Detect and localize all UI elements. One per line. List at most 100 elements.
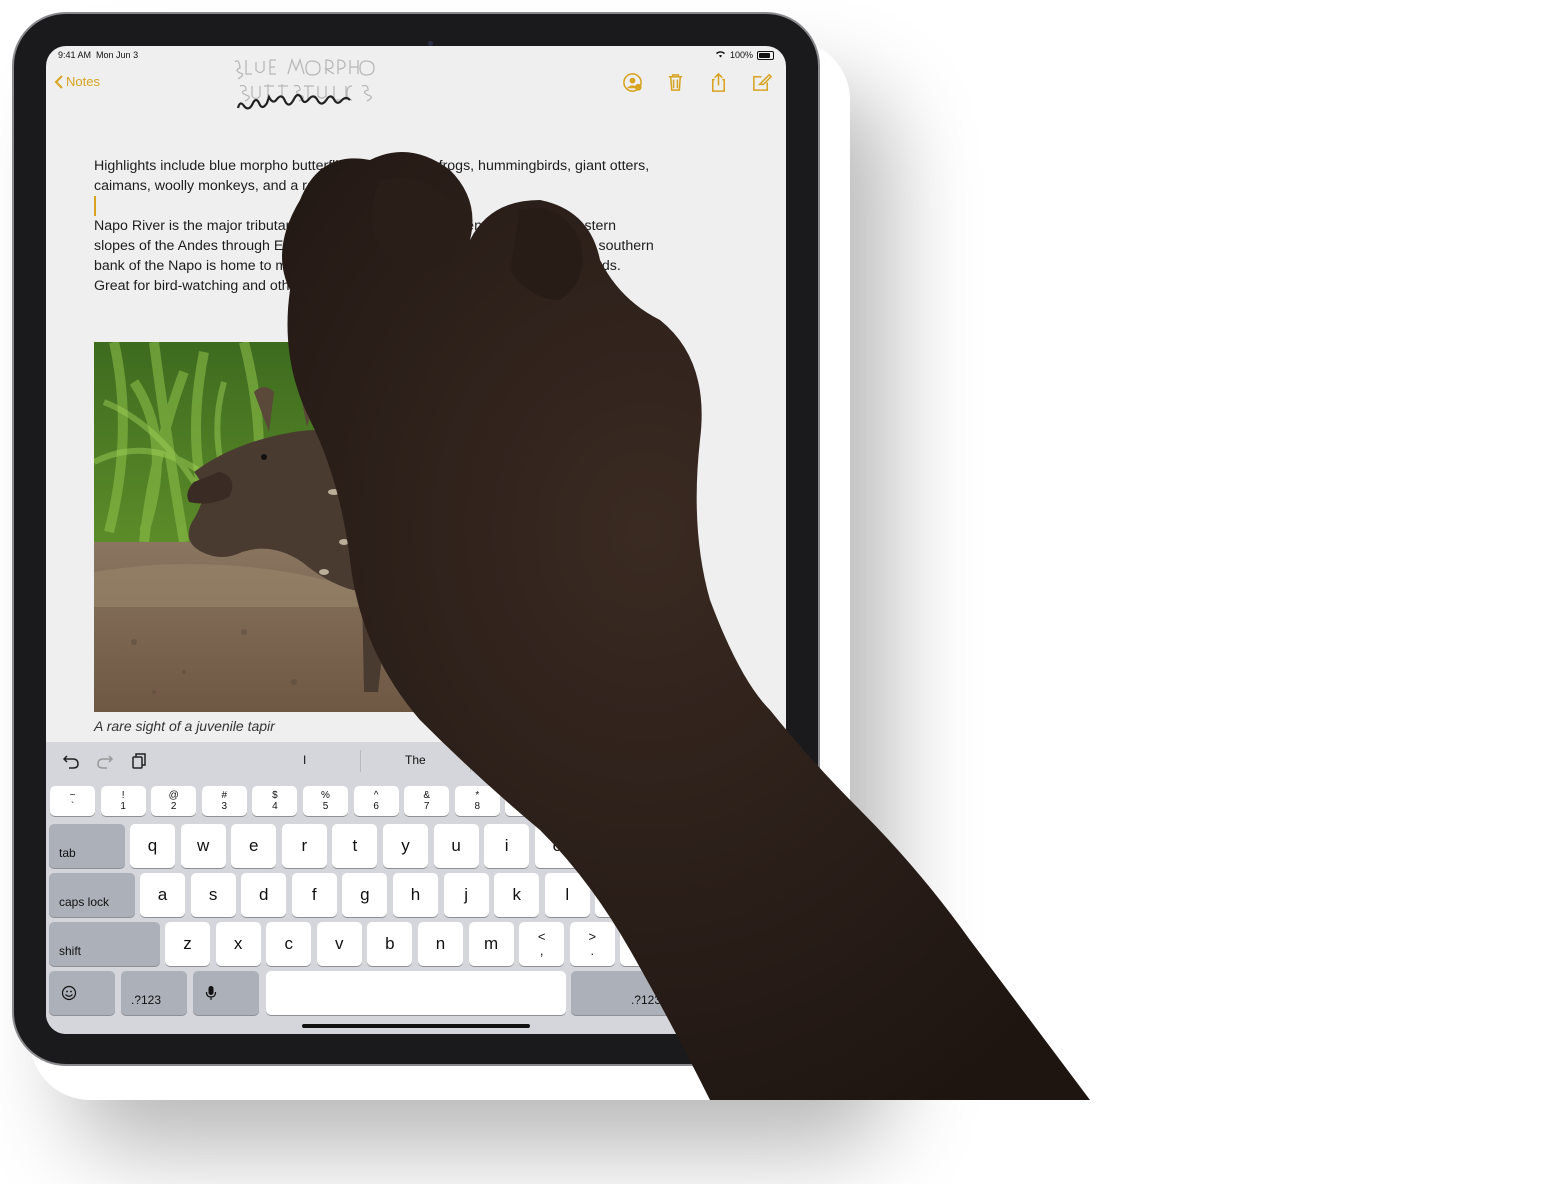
key-symbol: & bbox=[423, 790, 431, 801]
letter-key[interactable]: r bbox=[281, 824, 327, 868]
key-symbol: ; bbox=[616, 894, 620, 909]
microphone-icon bbox=[205, 986, 217, 1000]
number-key[interactable]: #3 bbox=[201, 786, 247, 816]
key-label: s bbox=[208, 885, 218, 904]
letter-key[interactable]: v bbox=[316, 922, 362, 966]
letter-key[interactable]: i bbox=[484, 824, 530, 868]
numbers-key-label: .?123 bbox=[131, 993, 162, 1007]
number-key[interactable]: % 5 bbox=[303, 786, 348, 816]
photo-caption: A rare sight of a juvenile tapir bbox=[94, 718, 275, 734]
collaborate-icon[interactable] bbox=[622, 72, 643, 93]
letter-key[interactable]: q bbox=[130, 824, 175, 868]
letter-key[interactable]: y bbox=[383, 824, 428, 868]
symbol-key[interactable]: ? / bbox=[620, 922, 666, 966]
key-label: u bbox=[451, 836, 461, 855]
letter-key[interactable]: j bbox=[443, 873, 489, 917]
letter-key[interactable]: b bbox=[367, 922, 413, 966]
suggestion-3[interactable]: I'm bbox=[518, 753, 534, 767]
letter-key[interactable]: m bbox=[468, 922, 514, 966]
key-symbol: , bbox=[539, 943, 544, 958]
dictation-key[interactable] bbox=[193, 971, 259, 1015]
letter-key[interactable]: e bbox=[231, 824, 277, 868]
number-key[interactable]: $4 bbox=[252, 786, 298, 816]
shift-key[interactable]: shift bbox=[49, 922, 160, 966]
trash-icon[interactable] bbox=[665, 72, 686, 93]
shortcut-bar: I The I'm bbox=[46, 742, 786, 782]
ipad-screen: 9:41 AM Mon Jun 3 100% Notes Highlights … bbox=[46, 46, 786, 1034]
key-digit: ` bbox=[70, 801, 75, 812]
suggestion-2[interactable]: The bbox=[405, 753, 426, 767]
tab-key[interactable]: tab bbox=[49, 824, 125, 868]
key-label: h bbox=[410, 885, 421, 904]
caps-lock-key[interactable]: caps lock bbox=[49, 873, 135, 917]
key-label: r bbox=[301, 836, 308, 855]
key-label: d bbox=[258, 885, 269, 904]
letter-key[interactable]: k bbox=[494, 873, 540, 917]
number-key[interactable]: @2 bbox=[151, 786, 197, 816]
number-key[interactable]: ~ ` bbox=[50, 786, 95, 816]
key-label: q bbox=[147, 836, 158, 855]
number-key[interactable]: ^ 6 bbox=[353, 786, 399, 816]
letter-key[interactable]: o bbox=[534, 824, 580, 868]
wifi-icon bbox=[715, 50, 726, 60]
key-symbol: : bbox=[616, 880, 620, 895]
key-symbol: / bbox=[641, 943, 645, 958]
space-bar[interactable] bbox=[266, 971, 566, 1015]
home-indicator bbox=[302, 1024, 530, 1028]
undo-icon[interactable] bbox=[62, 752, 80, 770]
key-label: v bbox=[335, 934, 344, 953]
letter-key[interactable]: z bbox=[165, 922, 210, 966]
key-symbol: > bbox=[588, 929, 597, 944]
redo-icon[interactable] bbox=[96, 752, 114, 770]
key-digit: 3 bbox=[221, 801, 228, 812]
symbol-key[interactable]: >. bbox=[569, 922, 615, 966]
status-date: Mon Jun 3 bbox=[96, 50, 139, 60]
key-label: y bbox=[401, 836, 410, 855]
symbol-key[interactable]: <, bbox=[519, 922, 565, 966]
letter-key[interactable]: x bbox=[215, 922, 261, 966]
back-button[interactable]: Notes bbox=[54, 74, 100, 89]
key-digit: 1 bbox=[120, 801, 126, 812]
letter-key[interactable]: c bbox=[266, 922, 312, 966]
key-label: t bbox=[352, 836, 358, 855]
letter-key[interactable]: n bbox=[418, 922, 463, 966]
colon-key[interactable]: :; bbox=[595, 873, 641, 917]
number-key[interactable]: (9 bbox=[505, 786, 551, 816]
letter-key[interactable]: u bbox=[433, 824, 479, 868]
letter-key[interactable]: a bbox=[140, 873, 185, 917]
clipboard-icon[interactable] bbox=[130, 752, 148, 770]
compose-icon[interactable] bbox=[751, 72, 772, 93]
letter-key[interactable]: l bbox=[544, 873, 590, 917]
letter-key[interactable]: g bbox=[342, 873, 388, 917]
key-digit: 2 bbox=[170, 801, 177, 812]
key-digit: 4 bbox=[272, 801, 278, 812]
battery-percent: 100% bbox=[729, 50, 753, 60]
note-body[interactable]: Highlights include blue morpho butterfli… bbox=[94, 156, 654, 296]
number-key[interactable]: ) 0 bbox=[556, 786, 601, 816]
letter-key[interactable]: t bbox=[332, 824, 378, 868]
number-key[interactable]: ! 1 bbox=[100, 786, 146, 816]
key-label: j bbox=[464, 885, 468, 904]
letter-key[interactable]: s bbox=[190, 873, 236, 917]
letter-key[interactable]: h bbox=[393, 873, 438, 917]
share-icon[interactable] bbox=[708, 72, 729, 93]
key-symbol: ) bbox=[576, 790, 581, 801]
number-key[interactable]: & 7 bbox=[404, 786, 450, 816]
emoji-key[interactable] bbox=[49, 971, 115, 1015]
numbers-key[interactable]: .?123 bbox=[121, 971, 187, 1015]
key-symbol: # bbox=[221, 790, 228, 801]
numbers-key-right[interactable]: .?123 bbox=[571, 971, 671, 1015]
key-digit: 9 bbox=[525, 801, 531, 812]
tapir-photo[interactable] bbox=[94, 342, 564, 712]
key-label: f bbox=[311, 885, 317, 904]
letter-key[interactable]: w bbox=[180, 824, 226, 868]
key-digit: 5 bbox=[322, 801, 329, 812]
suggestion-1[interactable]: I bbox=[303, 753, 306, 767]
number-key[interactable]: * 8 bbox=[454, 786, 500, 816]
letter-key[interactable]: f bbox=[291, 873, 337, 917]
back-label: Notes bbox=[66, 74, 100, 89]
letter-key[interactable]: d bbox=[241, 873, 287, 917]
key-symbol: $ bbox=[272, 790, 278, 801]
key-label: w bbox=[196, 836, 210, 855]
letter-key[interactable]: p bbox=[585, 824, 631, 868]
